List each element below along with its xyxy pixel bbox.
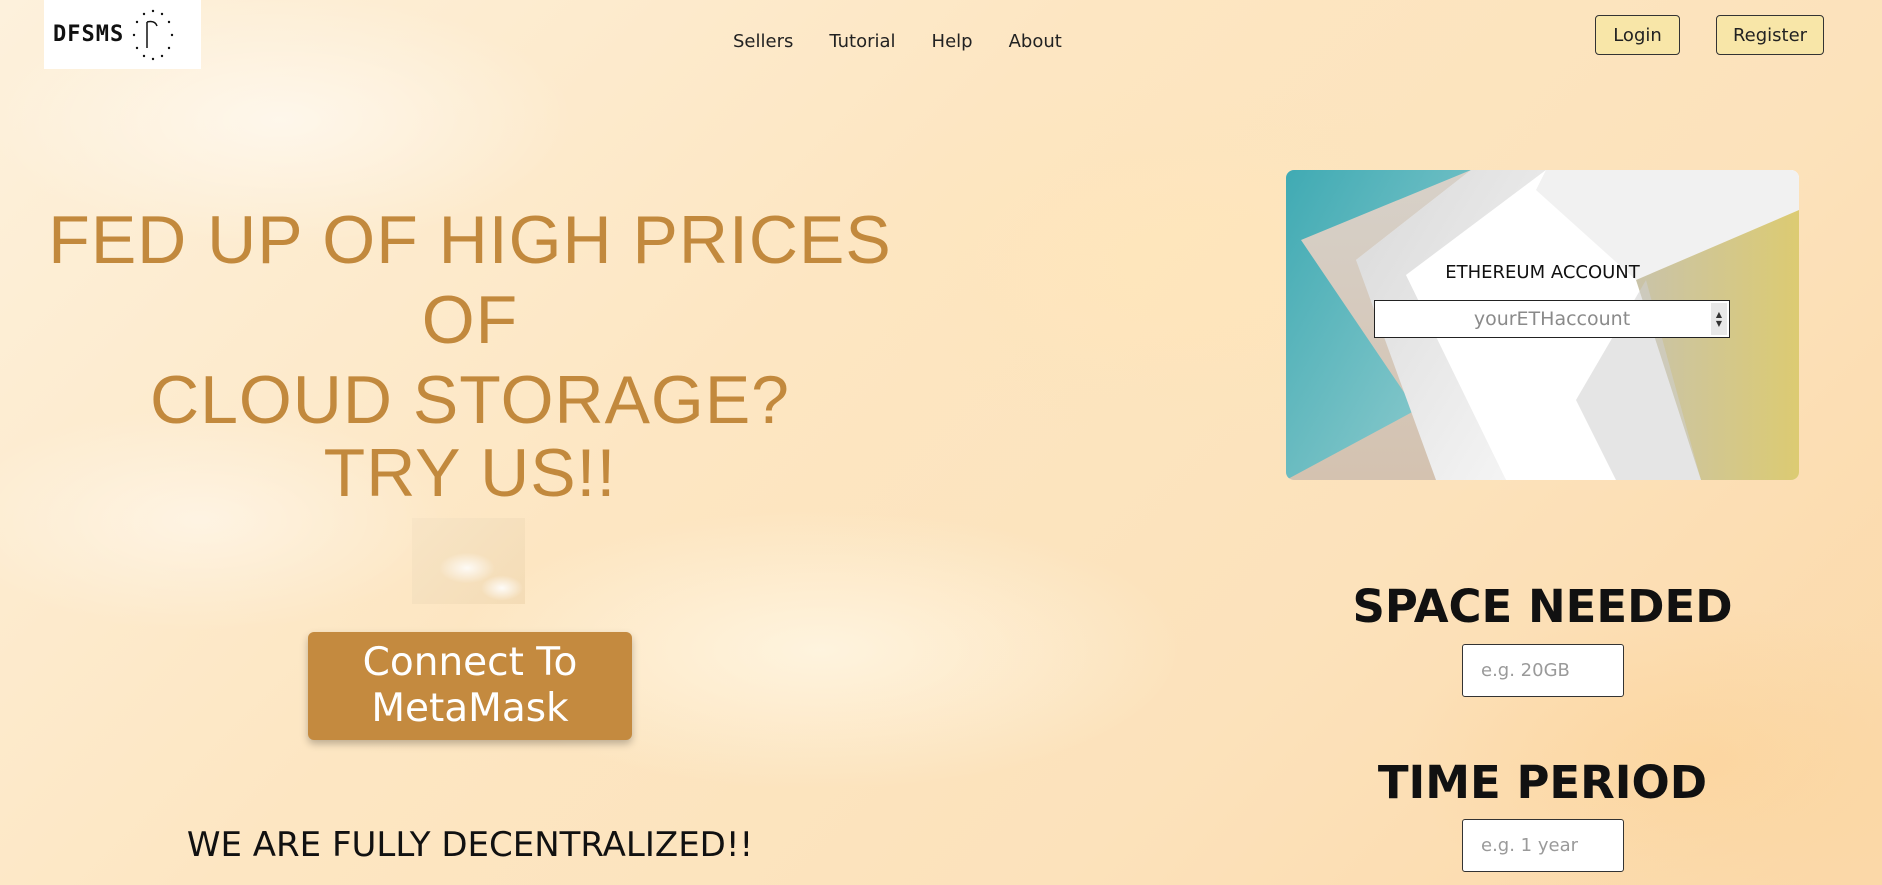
connect-metamask-button[interactable]: Connect To MetaMask xyxy=(308,632,632,740)
ethereum-account-card: ETHEREUM ACCOUNT yourETHaccount ▲ ▼ xyxy=(1286,170,1799,480)
nav-sellers[interactable]: Sellers xyxy=(733,31,793,52)
time-period-input[interactable]: e.g. 1 year xyxy=(1462,819,1624,872)
logo-emblem-icon xyxy=(133,9,174,60)
nav-tutorial[interactable]: Tutorial xyxy=(829,31,895,52)
nav-about[interactable]: About xyxy=(1009,31,1062,52)
hero-line-1: FED UP OF HIGH PRICES OF xyxy=(48,202,892,358)
try-us-heading: TRY US!! xyxy=(323,435,617,511)
ethereum-account-placeholder: yourETHaccount xyxy=(1473,308,1631,330)
nav-help[interactable]: Help xyxy=(932,31,973,52)
space-needed-input[interactable]: e.g. 20GB xyxy=(1462,644,1624,697)
ethereum-account-label: ETHEREUM ACCOUNT xyxy=(1445,262,1640,283)
hero-line-2: CLOUD STORAGE? xyxy=(149,362,790,438)
connect-line-2: MetaMask xyxy=(371,686,569,731)
main-nav: Sellers Tutorial Help About xyxy=(733,31,1098,52)
cloud-image xyxy=(412,518,525,604)
logo-text: DFSMS xyxy=(53,22,125,47)
logo[interactable]: DFSMS xyxy=(44,0,201,69)
login-button[interactable]: Login xyxy=(1595,15,1680,55)
hero-headline: FED UP OF HIGH PRICES OF CLOUD STORAGE? xyxy=(0,200,940,440)
time-period-title: TIME PERIOD xyxy=(1377,756,1708,809)
register-button[interactable]: Register xyxy=(1716,15,1824,55)
space-needed-placeholder: e.g. 20GB xyxy=(1481,660,1570,681)
space-needed-title: SPACE NEEDED xyxy=(1352,580,1733,633)
resize-spinner-icon[interactable]: ▲ ▼ xyxy=(1711,303,1727,335)
time-period-placeholder: e.g. 1 year xyxy=(1481,835,1578,856)
connect-line-1: Connect To xyxy=(362,640,578,685)
decentralized-tagline: WE ARE FULLY DECENTRALIZED!! xyxy=(186,825,754,865)
ethereum-account-input[interactable]: yourETHaccount ▲ ▼ xyxy=(1374,300,1730,338)
